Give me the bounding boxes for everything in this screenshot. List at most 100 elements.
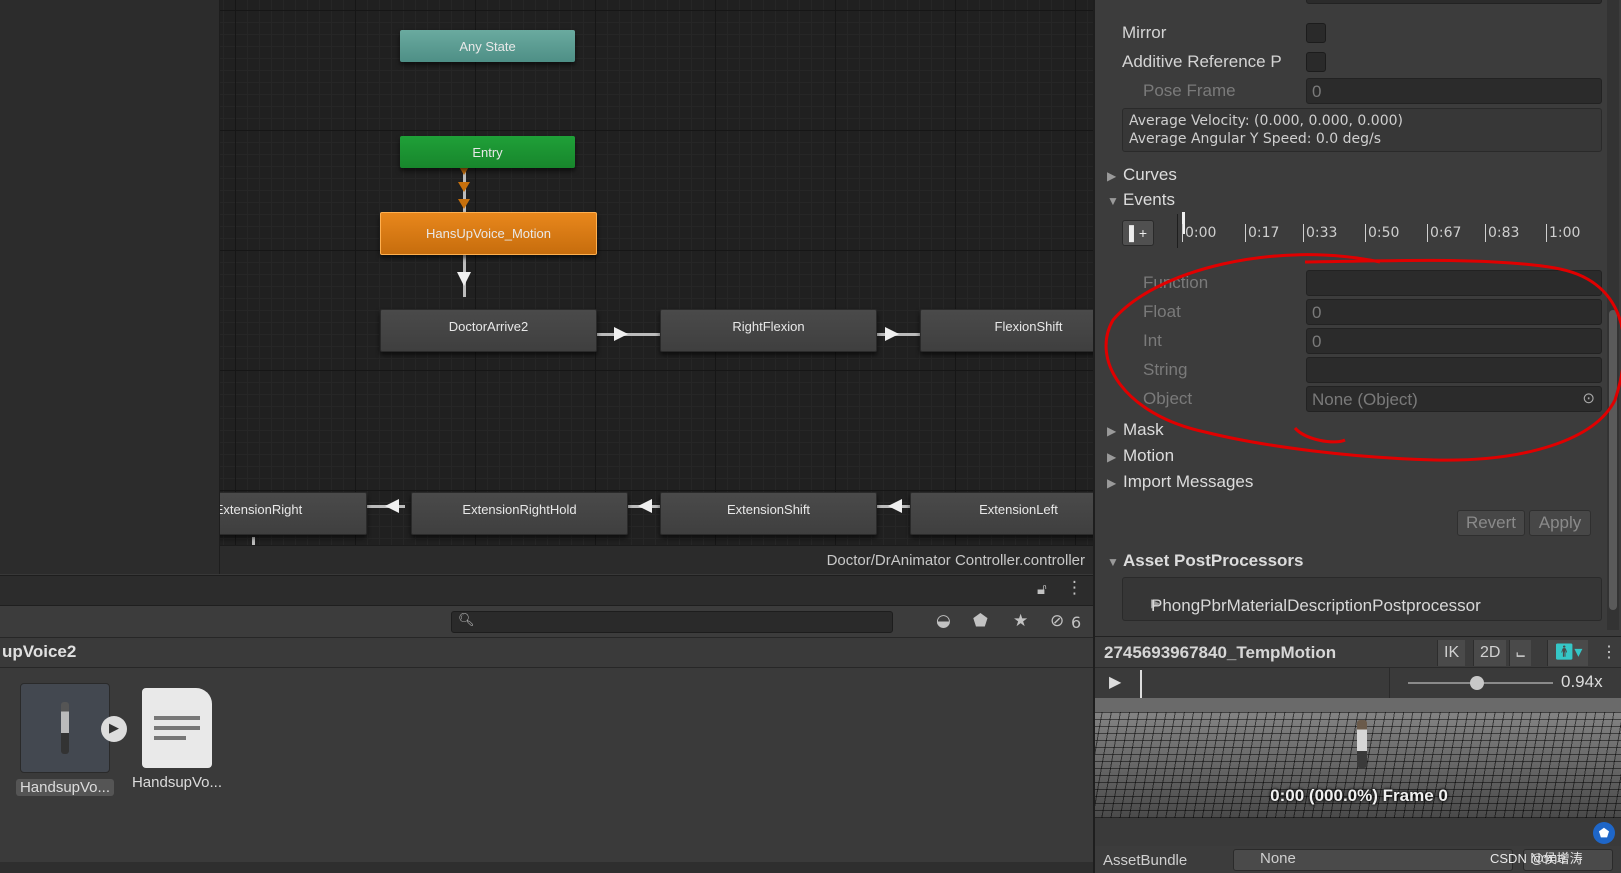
lock-icon[interactable]: 🔓︎ [1037,580,1047,598]
revert-button[interactable]: Revert [1457,510,1525,536]
apply-button[interactable]: Apply [1529,510,1591,536]
filter-by-type-icon[interactable]: ◒ [936,611,951,631]
expanded-arrow-icon: ▼ [1107,194,1119,208]
entry-node[interactable]: Entry [400,136,575,168]
default-state-node[interactable]: HansUpVoice_Motion [380,212,597,255]
state-node-extensionshift[interactable]: ExtensionShift [660,492,877,535]
state-label: RightFlexion [732,319,805,334]
mask-foldout[interactable]: ▶ Mask [1107,420,1164,440]
asset-animation-clip[interactable]: ▶ HandsupVo... [10,683,127,796]
avatar-humanoid-icon[interactable]: 🚹︎▾ [1547,640,1589,666]
event-timeline[interactable]: 0:00 0:17 0:33 0:50 0:67 0:83 1:00 [1177,212,1607,248]
mask-label: Mask [1123,420,1164,439]
timeline-tick: 0:50 [1365,224,1399,242]
default-state-label: HansUpVoice_Motion [425,226,552,241]
preview-footer: ⬟ [1095,818,1621,846]
asset-text-file[interactable]: HandsupVo... [122,683,232,791]
filter-by-label-icon[interactable]: ⬟ [973,611,988,631]
events-foldout[interactable]: ▼ Events [1107,190,1175,210]
asset-postprocessors-foldout[interactable]: ▼ Asset PostProcessors [1107,551,1303,571]
asset-label: HandsupVo... [16,779,114,796]
object-field[interactable]: None (Object) ⊙ [1306,386,1602,412]
state-node-flexionshift[interactable]: FlexionShift [920,309,1093,352]
float-field[interactable]: 0 [1306,299,1602,325]
motion-info-box: Average Velocity: (0.000, 0.000, 0.000) … [1122,108,1602,152]
2d-toggle[interactable]: 2D [1473,640,1507,666]
import-messages-label: Import Messages [1123,472,1254,491]
event-object-row: Object None (Object) ⊙ [1095,386,1605,412]
transition-arrow-down[interactable] [457,272,471,286]
more-options-icon[interactable]: ⋮ [1066,578,1083,598]
search-input[interactable]: 🔍︎ [451,611,893,633]
speed-slider-knob[interactable] [1470,676,1484,690]
animation-clip-thumbnail: ▶ [20,683,127,773]
state-label: ExtensionShift [726,502,811,517]
preview-timebar[interactable] [1140,668,1390,698]
pivot-icon[interactable]: ⨽ [1509,640,1532,666]
hidden-packages-icon[interactable]: ⊘ [1050,611,1064,631]
ik-toggle[interactable]: IK [1437,640,1466,666]
pose-frame-row: Pose Frame 0 [1095,78,1605,104]
int-field[interactable]: 0 [1306,328,1602,354]
play-button[interactable]: ▶ [1109,672,1121,692]
frame-readout: 0:00 (000.0%) Frame 0 [1270,786,1448,805]
postprocessor-list: ▶ PhongPbrMaterialDescriptionPostprocess… [1122,577,1602,621]
transition-arrow-left[interactable] [888,499,902,513]
function-field[interactable] [1306,270,1602,296]
preview-playback-controls: ▶ 0.94x [1095,668,1621,698]
timeline-tick: 0:83 [1485,224,1519,242]
curves-foldout[interactable]: ▶ Curves [1107,165,1177,185]
any-state-node[interactable]: Any State [400,30,575,62]
object-value: None (Object) [1312,390,1418,409]
transition-arrow-right[interactable] [885,327,899,341]
mirror-label: Mirror [1122,23,1167,42]
preview-viewport[interactable]: 0:00 (000.0%) Frame 0 [1095,698,1621,818]
inspector-scrollbar[interactable] [1607,0,1619,630]
favorite-star-icon[interactable]: ★ [1013,611,1028,631]
mirror-checkbox[interactable] [1306,23,1326,43]
postprocessor-label: PhongPbrMaterialDescriptionPostprocessor [1151,596,1481,615]
state-node-doctorarrive2[interactable]: DoctorArrive2 [380,309,597,352]
function-label: Function [1143,273,1209,292]
entry-label: Entry [472,144,503,160]
transition-arrow-left[interactable] [638,499,652,513]
state-node-extensionleft[interactable]: ExtensionLeft [910,492,1093,535]
project-status-bar [0,862,1093,873]
breadcrumb-folder[interactable]: upVoice2 [2,642,76,662]
scrollbar-thumb[interactable] [1609,310,1617,610]
collapsed-arrow-icon: ▶ [1107,424,1117,438]
state-node-rightflexion[interactable]: RightFlexion [660,309,877,352]
pose-frame-field[interactable]: 0 [1306,78,1602,104]
transition-line [252,537,255,545]
preview-sky [1095,698,1621,712]
state-node-extensionrighthold[interactable]: ExtensionRightHold [411,492,628,535]
object-picker-icon[interactable]: ⊙ [1582,389,1595,407]
object-label: Object [1143,389,1193,408]
hidden-count: 6 [1071,613,1082,632]
character-figure-icon [61,702,69,754]
average-velocity: Average Velocity: (0.000, 0.000, 0.000) [1129,113,1403,129]
search-icon: 🔍︎ [458,613,475,628]
transition-arrow-left[interactable] [385,499,399,513]
motion-foldout[interactable]: ▶ Motion [1107,446,1174,466]
animator-graph[interactable]: Any State Entry HansUpVoice_Motion Docto… [220,0,1093,545]
string-field[interactable] [1306,357,1602,383]
more-options-icon[interactable]: ⋮ [1595,640,1621,666]
add-event-button[interactable]: ▌+ [1122,220,1154,246]
state-label: ExtensionRightHold [462,502,577,517]
transition-arrow-right[interactable] [614,327,628,341]
graph-footer: Doctor/DrAnimator Controller.controller [220,545,1093,574]
additive-reference-checkbox[interactable] [1306,52,1326,72]
state-node-extensionright[interactable]: ExtensionRight [220,492,367,535]
import-messages-foldout[interactable]: ▶ Import Messages [1107,472,1253,492]
character-model [1357,720,1367,768]
project-toolbar: 🔍︎ ◒ ⬟ ★ ⊘ 6 [0,606,1093,638]
assetbundle-dropdown[interactable]: None [1233,849,1513,871]
hierarchy-gutter [0,0,220,574]
motion-label: Motion [1123,446,1175,465]
watermark: CSDN @侯增涛 [1490,851,1583,866]
label-tag-icon[interactable]: ⬟ [1593,822,1615,844]
additive-reference-label: Additive Reference P [1122,52,1282,71]
state-label: FlexionShift [994,319,1063,334]
mirror-row: Mirror [1095,20,1605,46]
